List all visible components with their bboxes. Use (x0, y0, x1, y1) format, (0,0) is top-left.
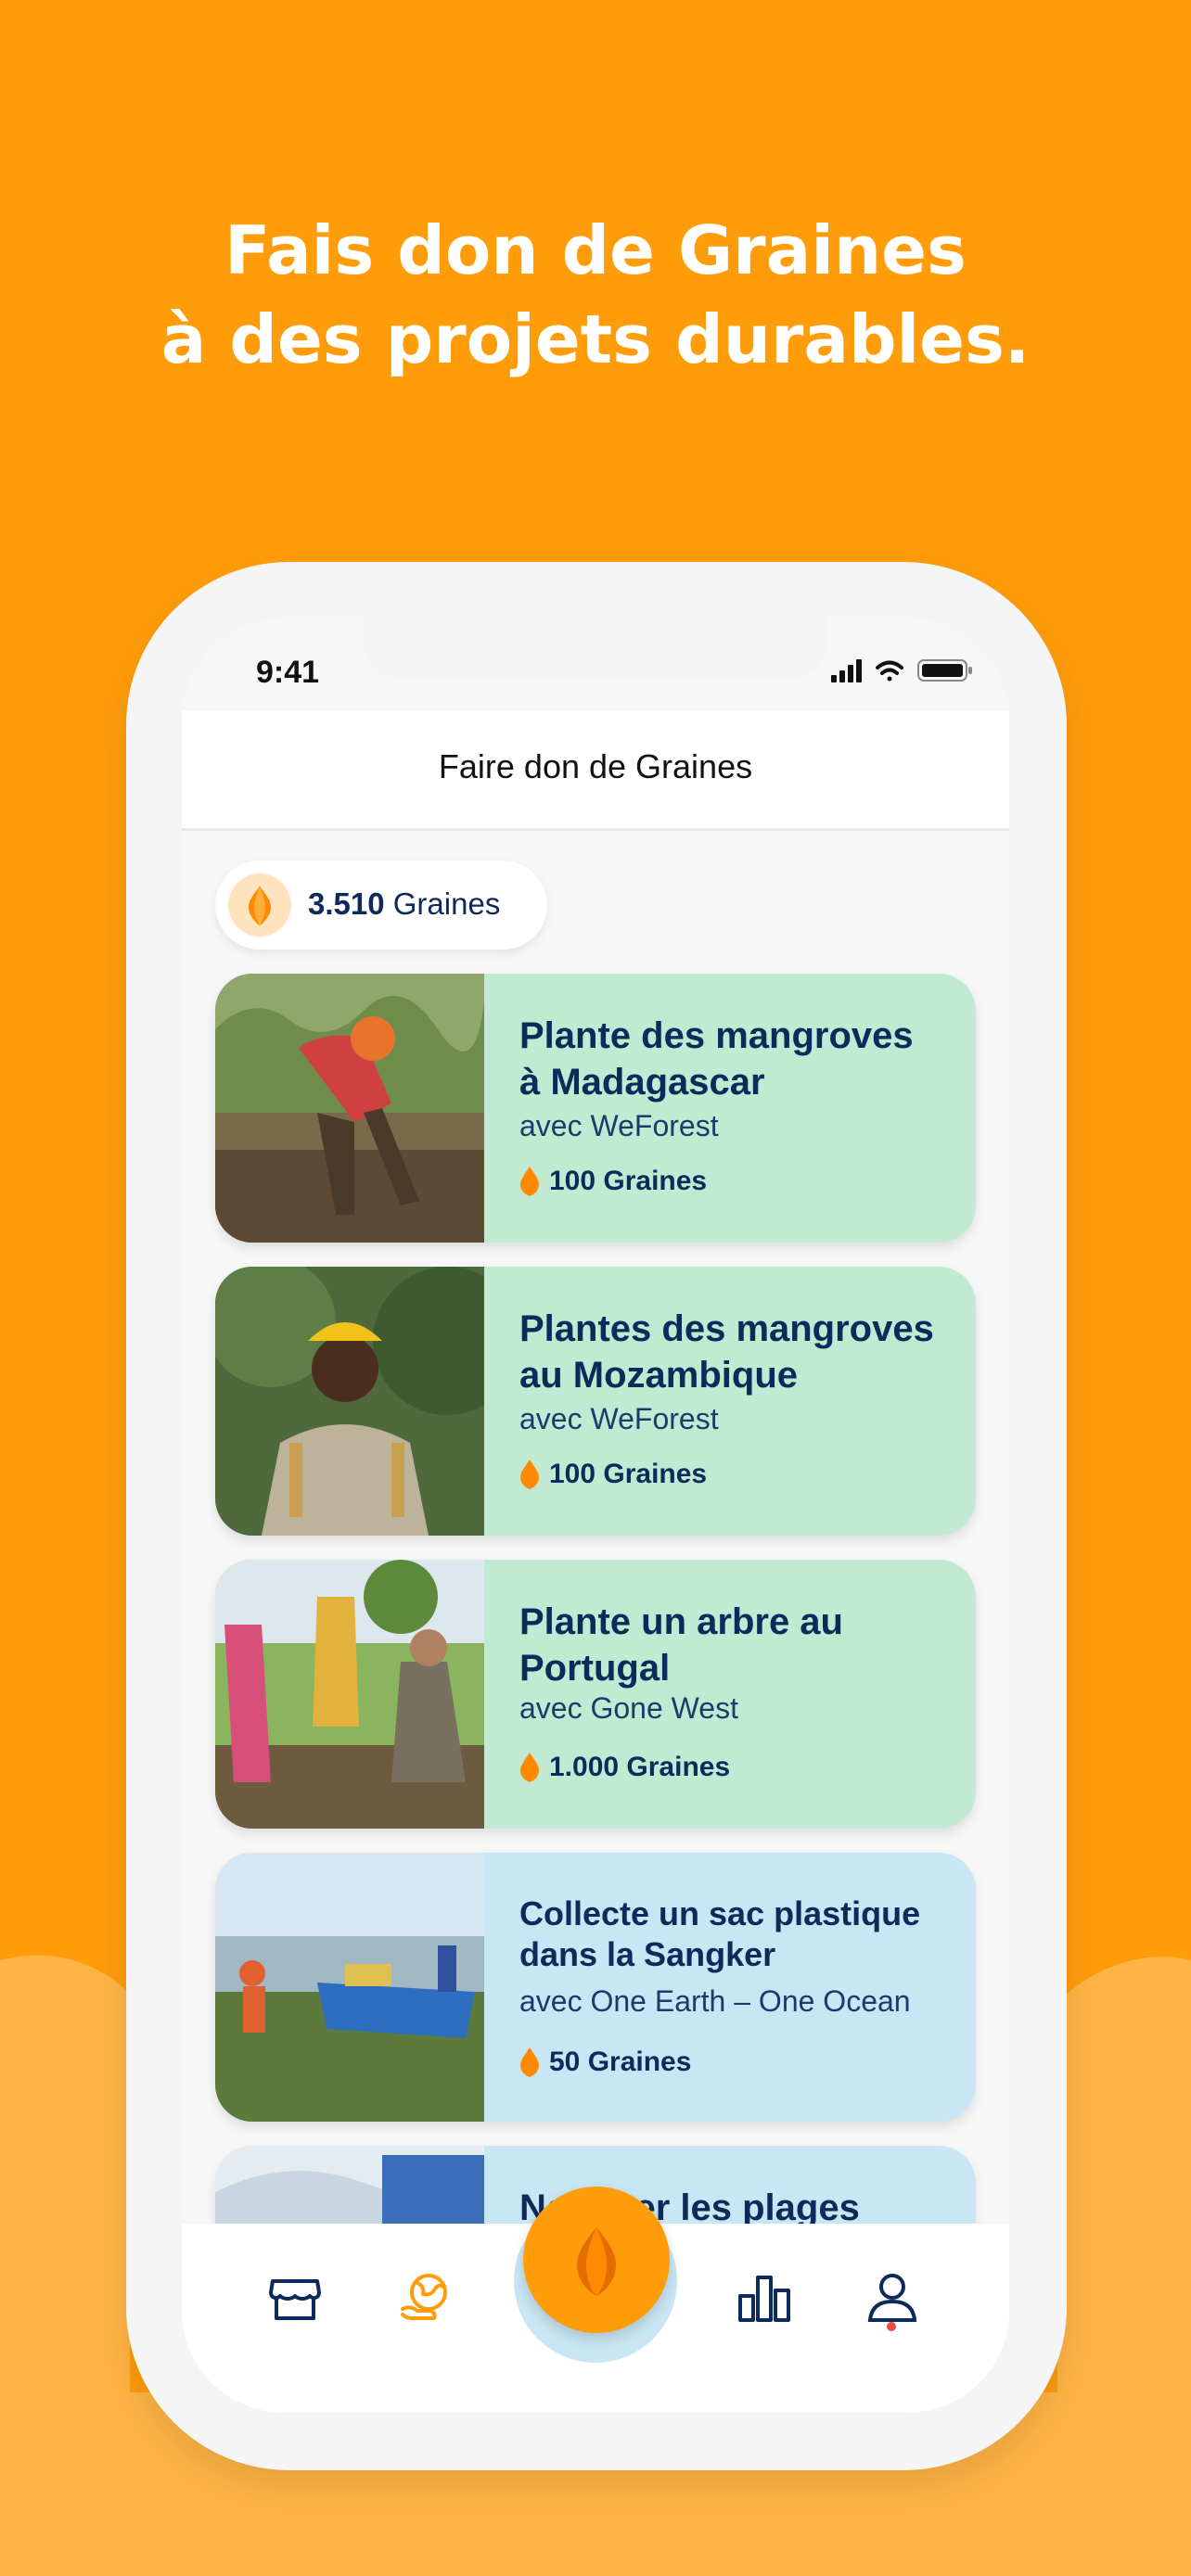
balance-unit: Graines (392, 886, 501, 921)
project-title-line: Plantes des mangroves (519, 1308, 934, 1349)
signal-icon (831, 659, 862, 682)
store-icon[interactable] (265, 2268, 325, 2327)
bar-chart-icon[interactable] (735, 2268, 794, 2327)
project-cost-label: 50 Graines (549, 2047, 692, 2078)
project-cost-label: 100 Graines (549, 1459, 708, 1490)
nav-header: Faire don de Graines (182, 710, 1009, 831)
project-title-line: Collecte un sac plastique (519, 1894, 921, 1932)
project-title: Plante un arbre au Portugal (519, 1599, 965, 1691)
headline-line-1: Fais don de Graines (224, 211, 967, 289)
project-photo (215, 1853, 484, 2122)
project-title-line: à Madagascar (519, 1062, 765, 1103)
project-title-line: Portugal (519, 1648, 671, 1689)
seed-icon (577, 2227, 616, 2296)
project-card[interactable]: Plantes des mangroves au Mozambique avec… (215, 1267, 976, 1536)
headline-line-2: à des projets durables. (160, 300, 1031, 378)
project-title-line: Plante des mangroves (519, 1015, 914, 1056)
project-photo (215, 1267, 484, 1536)
seed-icon (520, 1167, 539, 1197)
project-cost-label: 100 Graines (549, 1166, 708, 1197)
seed-coin (228, 874, 291, 937)
balance-amount: 3.510 (308, 886, 385, 921)
project-partner: avec WeForest (519, 1402, 719, 1435)
project-cost: 100 Graines (519, 1165, 707, 1198)
project-title-line: au Mozambique (519, 1355, 799, 1396)
project-photo (215, 974, 484, 1243)
seed-icon (249, 886, 271, 925)
project-cost-label: 1.000 Graines (549, 1752, 731, 1783)
page-title: Faire don de Graines (438, 747, 753, 785)
seed-balance: 3.510 Graines (215, 861, 547, 950)
project-title-line: dans la Sangker (519, 1935, 776, 1973)
project-cost: 100 Graines (519, 1458, 707, 1491)
profile-icon[interactable] (863, 2268, 922, 2327)
project-cost: 1.000 Graines (519, 1751, 730, 1784)
seed-icon (520, 1753, 539, 1783)
project-card[interactable]: Plante des mangroves à Madagascar avec W… (215, 974, 976, 1243)
seed-icon (520, 2047, 539, 2078)
project-title: Plante des mangroves à Madagascar (519, 1013, 965, 1105)
balance-text: 3.510 Graines (308, 886, 500, 922)
status-time: 9:41 (256, 655, 320, 690)
phone-screen: 9:41 Faire don de Graines 3.510 Graines … (182, 618, 1009, 2413)
project-cost: 50 Graines (519, 2046, 691, 2079)
notification-dot (887, 2322, 896, 2331)
project-title-line: Plante un arbre au (519, 1601, 843, 1642)
project-photo (215, 1560, 484, 1829)
donate-seeds-button[interactable] (523, 2187, 670, 2333)
project-card[interactable]: Plante un arbre au Portugal avec Gone We… (215, 1560, 976, 1829)
earth-hand-icon[interactable] (397, 2268, 456, 2327)
project-partner: avec One Earth – One Ocean (519, 1984, 911, 2018)
project-title: Collecte un sac plastique dans la Sangke… (519, 1894, 965, 1975)
battery-icon (917, 659, 972, 682)
wifi-icon (876, 660, 903, 682)
tab-bar (182, 2187, 1009, 2413)
project-card[interactable]: Collecte un sac plastique dans la Sangke… (215, 1853, 976, 2122)
headline: Fais don de Graines à des projets durabl… (0, 206, 1191, 384)
seed-icon (520, 1460, 539, 1490)
project-partner: avec Gone West (519, 1691, 738, 1725)
project-partner: avec WeForest (519, 1109, 719, 1142)
status-icons (831, 659, 972, 682)
phone-notch (364, 618, 827, 679)
project-title: Plantes des mangroves au Mozambique (519, 1306, 965, 1398)
